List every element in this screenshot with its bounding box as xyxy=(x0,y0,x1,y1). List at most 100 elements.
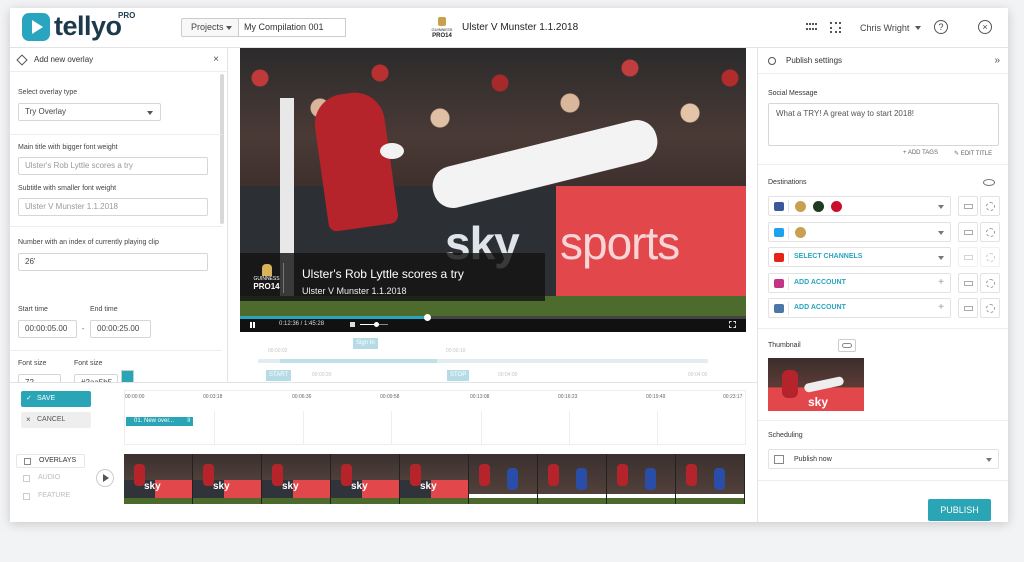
time-readout: 0:12:36 / 1:45:28 xyxy=(279,321,325,327)
add-account-link: ADD ACCOUNT xyxy=(794,304,846,311)
gear-icon[interactable] xyxy=(980,247,1000,267)
logo-pro-badge: PRO xyxy=(118,11,136,20)
team-account-icon xyxy=(813,201,824,212)
ruler-tick: 00:19:49 xyxy=(646,394,666,400)
compilation-name-field[interactable]: My Compilation 001 xyxy=(238,18,346,37)
destination-row-youtube[interactable]: SELECT CHANNELS xyxy=(768,247,951,267)
panel-scrollbar[interactable] xyxy=(220,74,224,224)
layers-icon xyxy=(24,458,31,465)
info-icon[interactable] xyxy=(980,273,1000,293)
time-separator: - xyxy=(82,326,85,333)
destination-row-twitter[interactable] xyxy=(768,222,951,242)
divider xyxy=(758,480,1008,481)
apps-grid-icon[interactable] xyxy=(806,23,818,31)
rugby-ball xyxy=(380,143,404,159)
progress-bar[interactable] xyxy=(240,314,746,321)
feature-button[interactable]: FEATURE xyxy=(16,490,85,504)
start-time-input[interactable]: 00:00:05.00 xyxy=(18,320,77,338)
video-filmstrip[interactable]: sky sky sky sky sky xyxy=(124,454,746,504)
play-icon[interactable] xyxy=(96,469,114,487)
destination-toggle[interactable] xyxy=(958,273,978,293)
drag-handle-icon[interactable]: ll xyxy=(187,417,190,426)
match-title: Ulster V Munster 1.1.2018 xyxy=(462,22,579,33)
cancel-button[interactable]: CANCEL xyxy=(21,412,91,428)
publish-button[interactable]: PUBLISH xyxy=(928,499,991,521)
subtitle-input[interactable]: Ulster V Munster 1.1.2018 xyxy=(18,198,208,216)
twitter-icon xyxy=(774,228,784,237)
destination-row-vk[interactable]: ADD ACCOUNT + xyxy=(768,298,951,318)
help-icon[interactable]: ? xyxy=(934,20,948,34)
destination-row-instagram[interactable]: ADD ACCOUNT + xyxy=(768,273,951,293)
ruler-tick: 00:23:17 xyxy=(723,394,743,400)
gear-icon[interactable] xyxy=(980,196,1000,216)
cloud-upload-icon[interactable] xyxy=(838,339,856,352)
destination-toggle[interactable] xyxy=(958,298,978,318)
start-marker[interactable]: START xyxy=(266,370,292,381)
overlays-label: OVERLAYS xyxy=(39,457,77,464)
ulster-account-icon xyxy=(831,201,842,212)
thumbnail-image[interactable]: sky sports xyxy=(768,358,864,411)
overlay-type-select[interactable]: Try Overlay xyxy=(18,103,161,121)
overlay-type-value: Try Overlay xyxy=(25,107,67,116)
youtube-icon xyxy=(774,253,784,262)
overlay-track[interactable]: 00:00:00 00:03:18 00:06:36 00:09:58 00:1… xyxy=(124,390,746,445)
destination-toggle[interactable] xyxy=(958,247,978,267)
expand-icon[interactable] xyxy=(729,321,736,328)
gear-icon[interactable] xyxy=(980,222,1000,242)
close-icon[interactable]: × xyxy=(213,48,219,72)
projects-dropdown[interactable]: Projects xyxy=(181,18,239,37)
timeline-editor: SAVE CANCEL 00:00:00 00:03:18 00:06:36 0… xyxy=(10,382,757,522)
chevron-down-icon[interactable] xyxy=(915,26,921,30)
info-icon[interactable] xyxy=(980,298,1000,318)
mini-range[interactable] xyxy=(280,359,437,363)
collapse-icon[interactable]: » xyxy=(994,48,1000,74)
tellyo-logo[interactable]: tellyo PRO xyxy=(22,11,135,42)
clip-trim-timeline[interactable]: 00:00:02 00:00:10 00:00:20 00:04:00 00:0… xyxy=(228,332,757,382)
music-icon xyxy=(23,475,30,482)
progress-handle[interactable] xyxy=(424,314,432,321)
volume-icon[interactable] xyxy=(350,322,355,327)
schedule-value: Publish now xyxy=(794,456,832,463)
destination-row-facebook[interactable] xyxy=(768,196,951,216)
player-controls: 0:12:36 / 1:45:28 xyxy=(240,314,746,332)
eye-icon[interactable] xyxy=(983,179,995,186)
overlays-button[interactable]: OVERLAYS xyxy=(16,454,85,468)
filmstrip-frame xyxy=(607,454,676,504)
volume-handle[interactable] xyxy=(374,322,379,327)
font-color-label: Font size xyxy=(74,360,103,367)
edit-title-link[interactable]: ✎ EDIT TITLE xyxy=(954,150,992,157)
destination-toggle[interactable] xyxy=(958,222,978,242)
video-player[interactable]: sky sports GUINNESS PRO14 Ulster's Rob L… xyxy=(240,48,746,332)
chevron-down-icon xyxy=(147,111,153,115)
stop-marker[interactable]: STOP xyxy=(447,370,470,381)
main-title-input[interactable]: Ulster's Rob Lyttle scores a try xyxy=(18,157,208,175)
subtitle-label: Subtitle with smaller font weight xyxy=(18,185,117,192)
scheduling-select[interactable]: Publish now xyxy=(768,449,999,469)
close-icon[interactable]: × xyxy=(978,20,992,34)
filmstrip-frame: sky xyxy=(331,454,400,504)
divider xyxy=(10,134,222,135)
caption-title: Ulster's Rob Lyttle scores a try xyxy=(302,267,464,281)
pause-icon[interactable] xyxy=(250,322,255,328)
end-time-input[interactable]: 00:00:25.00 xyxy=(90,320,151,338)
overlay-clip[interactable]: 01. New over... ll xyxy=(126,417,193,426)
filmstrip-frame: sky xyxy=(124,454,193,504)
user-menu[interactable]: Chris Wright xyxy=(860,23,909,33)
destination-toggle[interactable] xyxy=(958,196,978,216)
scheduling-label: Scheduling xyxy=(768,432,803,439)
start-time-label: Start time xyxy=(18,306,48,313)
audio-button[interactable]: AUDIO xyxy=(16,472,85,486)
audio-label: AUDIO xyxy=(38,474,61,481)
divider xyxy=(10,226,222,227)
clip-index-label: Number with an index of currently playin… xyxy=(18,239,159,246)
fullscreen-icon[interactable] xyxy=(830,22,841,33)
play-logo-icon xyxy=(22,12,50,41)
overlay-type-label: Select overlay type xyxy=(18,89,78,96)
social-message-input[interactable]: What a TRY! A great way to start 2018! xyxy=(768,103,999,146)
logo-text: tellyo xyxy=(54,11,122,41)
projects-label: Projects xyxy=(191,22,224,32)
select-channels-link: SELECT CHANNELS xyxy=(794,253,863,260)
add-tags-link[interactable]: + ADD TAGS xyxy=(903,150,938,156)
clip-index-input[interactable]: 26' xyxy=(18,253,208,271)
save-button[interactable]: SAVE xyxy=(21,391,91,407)
